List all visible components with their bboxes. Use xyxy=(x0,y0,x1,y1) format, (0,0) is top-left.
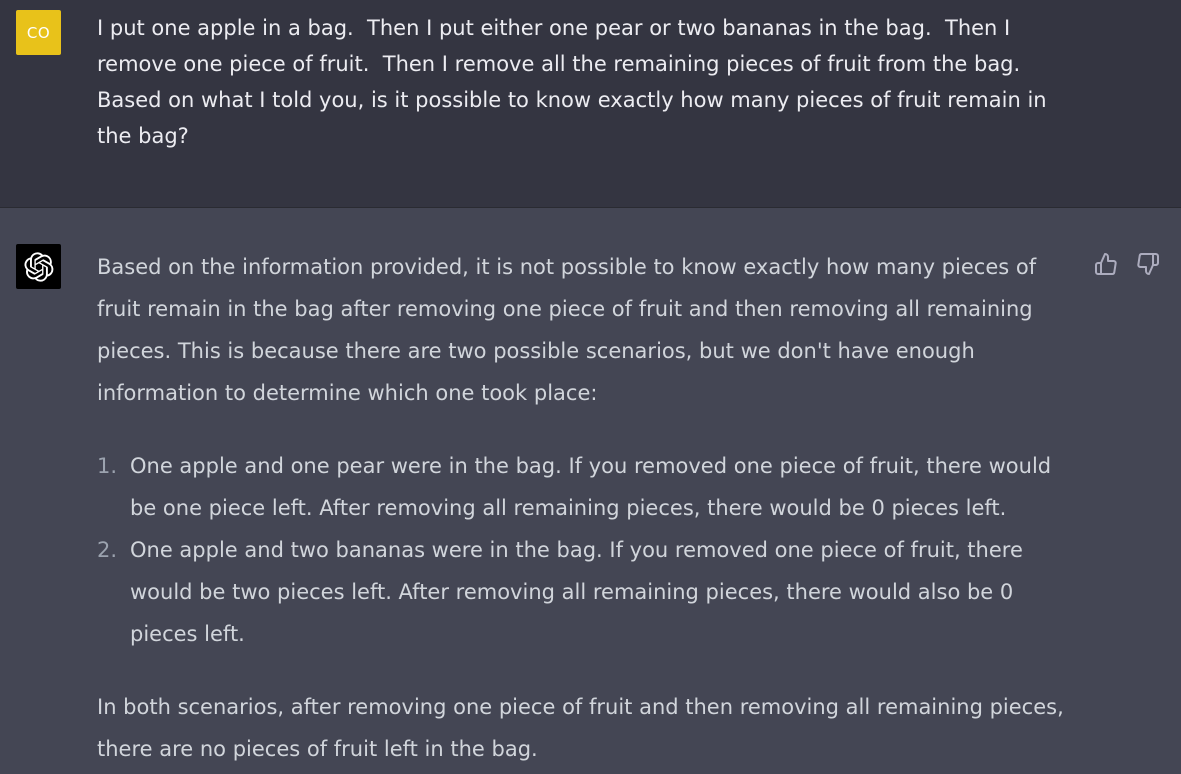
assistant-avatar xyxy=(16,244,61,289)
list-item-number: 1. xyxy=(97,454,118,478)
thumbs-down-icon xyxy=(1137,253,1159,275)
assistant-message-row: Based on the information provided, it is… xyxy=(0,208,1181,774)
openai-logo-icon xyxy=(23,251,53,282)
user-message-text: I put one apple in a bag. Then I put eit… xyxy=(97,16,1054,148)
assistant-message-text: Based on the information provided, it is… xyxy=(97,246,1072,770)
thumbs-down-button[interactable] xyxy=(1134,250,1162,278)
list-item-number: 2. xyxy=(97,538,118,562)
assistant-conclusion-paragraph: In both scenarios, after removing one pi… xyxy=(97,695,1064,761)
assistant-intro-paragraph: Based on the information provided, it is… xyxy=(97,255,1037,405)
list-item-text: One apple and one pear were in the bag. … xyxy=(130,454,1052,520)
list-item-text: One apple and two bananas were in the ba… xyxy=(130,538,1023,646)
scenario-list: 1. One apple and one pear were in the ba… xyxy=(97,445,1072,655)
thumbs-up-icon xyxy=(1095,253,1117,275)
user-avatar: CO xyxy=(16,10,61,55)
user-message-row: CO I put one apple in a bag. Then I put … xyxy=(0,0,1181,207)
user-avatar-initials: CO xyxy=(26,23,51,42)
thumbs-up-button[interactable] xyxy=(1092,250,1120,278)
list-item: 1. One apple and one pear were in the ba… xyxy=(97,445,1072,529)
list-item: 2. One apple and two bananas were in the… xyxy=(97,529,1072,655)
